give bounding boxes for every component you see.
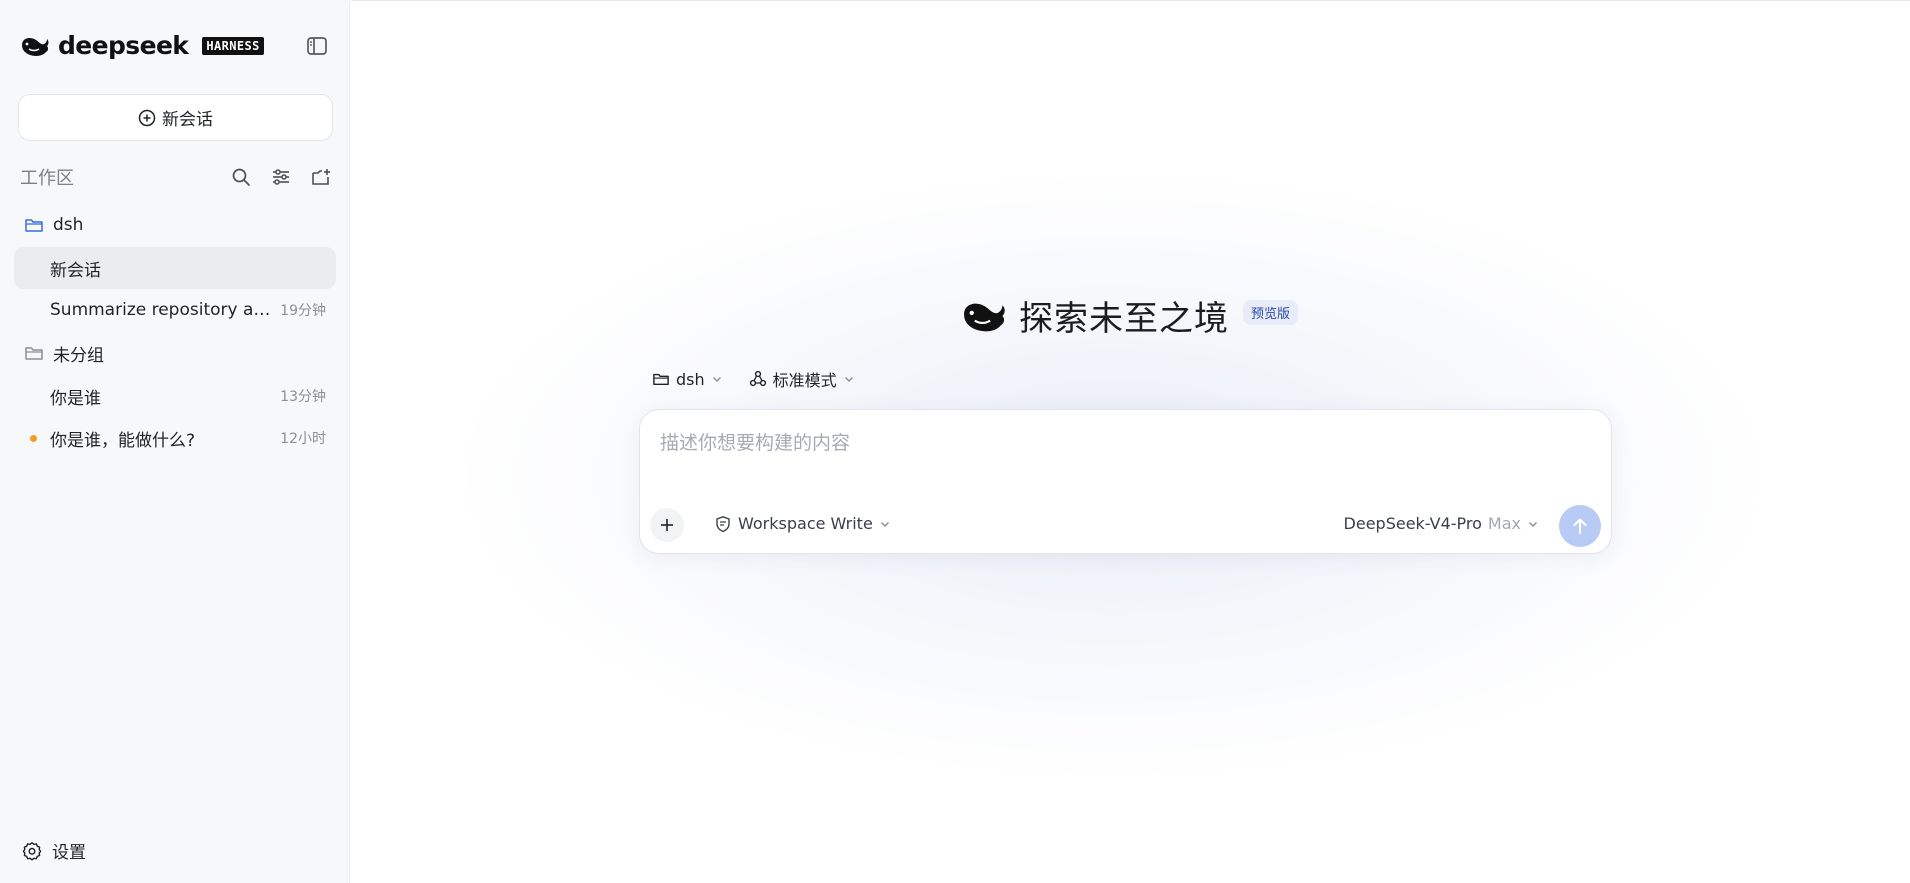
attach-button[interactable]	[650, 508, 684, 542]
mode-selector[interactable]: 标准模式	[749, 367, 855, 391]
unread-dot	[30, 435, 37, 442]
chat-title: 新会话	[50, 260, 101, 281]
chevron-down-icon	[844, 377, 853, 382]
workspace-tools	[230, 166, 332, 188]
chat-item-who[interactable]: 你是谁 13分钟	[14, 375, 336, 417]
brand-badge: HARNESS	[202, 37, 264, 55]
workspace-tree: dsh 新会话 Summarize repository and ... 19分…	[0, 203, 350, 459]
chevron-down-icon	[880, 521, 889, 527]
model-tier: Max	[1487, 514, 1521, 533]
permission-label: Workspace Write	[738, 514, 873, 533]
composer: Workspace Write DeepSeek-V4-Pro Max	[639, 409, 1612, 554]
folder-ungrouped[interactable]: 未分组	[0, 331, 350, 375]
new-folder-icon[interactable]	[310, 166, 332, 188]
brand: deepseek HARNESS	[20, 31, 264, 61]
chat-time: 13分钟	[280, 389, 326, 405]
whale-logo-icon	[22, 37, 49, 56]
mode-selector-label: 标准模式	[772, 371, 837, 390]
chat-item-summarize[interactable]: Summarize repository and ... 19分钟	[14, 289, 336, 331]
mode-icon	[749, 370, 766, 387]
plus-circle-icon	[138, 109, 156, 126]
workspace-selector[interactable]: dsh	[652, 370, 723, 389]
settings-button[interactable]: 设置	[22, 838, 86, 863]
brand-name: deepseek	[58, 31, 189, 60]
folder-icon	[25, 347, 43, 360]
app-window: deepseek HARNESS 新会话 工作区 dsh 新会话 Summari…	[0, 0, 1910, 883]
chat-time: 12小时	[280, 431, 326, 447]
workspace-selector-label: dsh	[676, 369, 705, 389]
main-panel: 探索未至之境 预览版 dsh 标准模式 描述你想要构建的内容 Workspace…	[351, 0, 1910, 883]
chat-title: Summarize repository and ...	[50, 300, 273, 320]
shield-icon	[716, 515, 730, 532]
gear-icon	[22, 841, 42, 860]
new-chat-button[interactable]: 新会话	[18, 94, 333, 141]
search-icon[interactable]	[230, 166, 252, 188]
folder-icon	[25, 219, 43, 232]
chat-title: 你是谁	[50, 388, 101, 409]
plus-icon	[661, 519, 673, 531]
chat-title: 你是谁，能做什么?	[50, 430, 196, 451]
composer-selectors: dsh 标准模式	[652, 367, 855, 391]
workspace-header: 工作区	[20, 164, 332, 190]
folder-dsh[interactable]: dsh	[0, 203, 350, 247]
chat-time: 19分钟	[280, 303, 326, 319]
chevron-down-icon	[1529, 521, 1537, 527]
sidebar: deepseek HARNESS 新会话 工作区 dsh 新会话 Summari…	[0, 0, 350, 883]
folder-icon	[653, 373, 669, 386]
whale-logo-icon	[964, 303, 1005, 331]
send-button[interactable]	[1559, 505, 1601, 547]
prompt-input[interactable]	[658, 428, 1588, 458]
folder-label: dsh	[53, 215, 84, 235]
filter-icon[interactable]	[270, 166, 292, 188]
chat-item-who-can[interactable]: 你是谁，能做什么? 12小时	[14, 417, 336, 459]
permission-selector[interactable]: Workspace Write	[714, 514, 891, 533]
model-selector[interactable]: DeepSeek-V4-Pro Max	[1344, 514, 1539, 533]
settings-label: 设置	[52, 843, 86, 863]
preview-badge: 预览版	[1243, 300, 1299, 325]
model-name: DeepSeek-V4-Pro	[1343, 514, 1482, 533]
sidebar-toggle-icon[interactable]	[305, 34, 329, 58]
arrow-up-icon	[1573, 518, 1587, 534]
chat-item-new[interactable]: 新会话	[14, 247, 336, 289]
chevron-down-icon	[712, 377, 721, 382]
hero-heading: 探索未至之境 预览版	[961, 291, 1299, 340]
workspace-title: 工作区	[20, 168, 74, 189]
new-chat-label: 新会话	[162, 110, 213, 130]
folder-label: 未分组	[53, 345, 104, 366]
hero-title: 探索未至之境	[1019, 299, 1229, 339]
